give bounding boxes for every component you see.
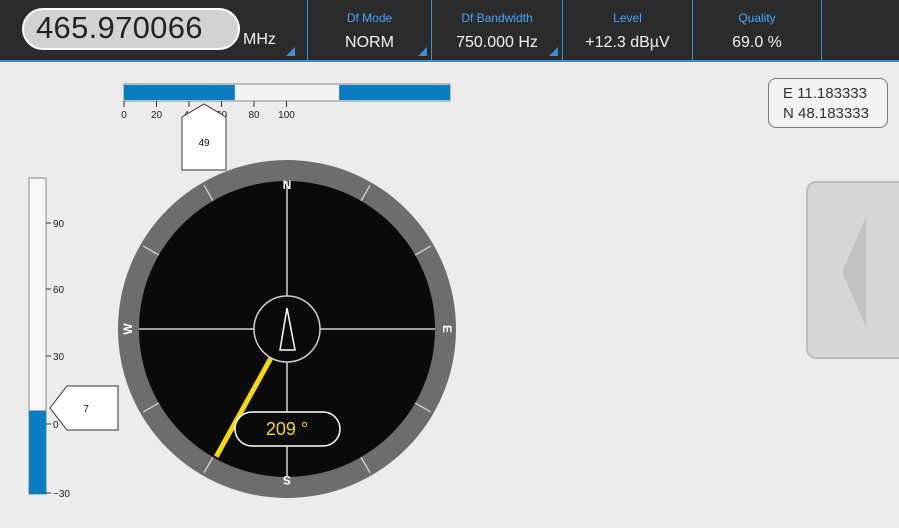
df-bandwidth-value: 750.000 Hz bbox=[456, 34, 538, 51]
quality-tick-label: 0 bbox=[121, 110, 127, 121]
level-bar-fill bbox=[29, 410, 46, 494]
bearing-needle bbox=[214, 327, 290, 458]
df-bandwidth-field[interactable]: Df Bandwidth 750.000 Hz bbox=[431, 0, 562, 60]
bearing-readout bbox=[234, 411, 341, 447]
compass-south-label: S bbox=[283, 473, 291, 487]
quality-marker: 49 bbox=[181, 103, 227, 171]
compass-bezel bbox=[118, 160, 456, 498]
dropdown-corner-icon bbox=[286, 47, 295, 56]
level-marker-value: 7 bbox=[83, 404, 89, 415]
longitude-text: E 11.183333 bbox=[783, 85, 867, 102]
compass-tick bbox=[142, 245, 160, 256]
compass-tick bbox=[360, 456, 371, 474]
latitude-text: N 48.183333 bbox=[783, 105, 869, 122]
level-tick-label: 30 bbox=[53, 352, 65, 363]
df-mode-field[interactable]: Df Mode NORM bbox=[307, 0, 431, 60]
quality-tick-label: 80 bbox=[248, 110, 260, 121]
compass-tick bbox=[142, 402, 160, 413]
compass-tick bbox=[414, 245, 432, 256]
level-tick-label: 0 bbox=[53, 420, 59, 431]
level-tick-label: −30 bbox=[53, 489, 70, 500]
compass-tick bbox=[203, 456, 214, 474]
quality-scale: 0 20 40 60 80 100 49 bbox=[121, 83, 451, 171]
level-tick-label: 60 bbox=[53, 285, 65, 296]
compass-tick bbox=[414, 402, 432, 413]
quality-field: Quality 69.0 % bbox=[692, 0, 822, 60]
bearing-text: 209 ° bbox=[266, 419, 308, 439]
compass-center-hub bbox=[253, 295, 321, 363]
level-tick-label: 90 bbox=[53, 219, 65, 230]
compass-west-label: W bbox=[121, 323, 135, 335]
quality-marker-value: 49 bbox=[198, 138, 210, 149]
quality-value: 69.0 % bbox=[732, 34, 782, 51]
top-bar: 465.970066 MHz Df Mode NORM Df Bandwidth… bbox=[0, 0, 899, 60]
quality-tick-label: 100 bbox=[278, 110, 295, 121]
df-mode-label: Df Mode bbox=[346, 11, 393, 25]
quality-bar-fill bbox=[339, 85, 450, 100]
compass-rose: N E S W 209 ° bbox=[118, 160, 456, 498]
quality-tick-label: 20 bbox=[151, 110, 163, 121]
level-field: Level +12.3 dBµV bbox=[562, 0, 692, 60]
compass-face bbox=[139, 181, 435, 477]
side-panel-toggle[interactable] bbox=[806, 181, 899, 359]
compass-tick bbox=[203, 184, 214, 202]
df-mode-value: NORM bbox=[345, 34, 394, 51]
compass-north-label: N bbox=[283, 178, 292, 192]
chevron-left-icon bbox=[842, 217, 866, 327]
top-bar-accent-line bbox=[0, 60, 899, 62]
gps-coordinates: E 11.183333 N 48.183333 bbox=[768, 78, 888, 128]
compass-east-label: E bbox=[440, 325, 454, 333]
quality-bar-track bbox=[123, 83, 451, 102]
quality-label: Quality bbox=[738, 11, 776, 25]
level-marker: 7 bbox=[49, 385, 119, 431]
compass-tick bbox=[360, 184, 371, 202]
instrument-panel: 0 20 40 60 80 100 49 90 60 30 0 −30 7 N E S W 209… bbox=[28, 83, 456, 500]
frequency-unit-selector[interactable]: MHz bbox=[243, 31, 276, 49]
dropdown-corner-icon bbox=[418, 47, 427, 56]
heading-arrow-icon bbox=[279, 307, 296, 351]
dropdown-corner-icon bbox=[549, 47, 558, 56]
level-value: +12.3 dBµV bbox=[585, 34, 670, 51]
quality-tick-label: 60 bbox=[216, 110, 228, 121]
df-bandwidth-label: Df Bandwidth bbox=[461, 11, 533, 25]
level-bar-track bbox=[28, 177, 47, 495]
quality-tick-label: 40 bbox=[183, 110, 195, 121]
frequency-value[interactable]: 465.970066 bbox=[36, 10, 203, 46]
level-label: Level bbox=[613, 11, 642, 25]
level-scale: 90 60 30 0 −30 7 bbox=[28, 177, 119, 500]
quality-bar-fill bbox=[124, 85, 235, 100]
